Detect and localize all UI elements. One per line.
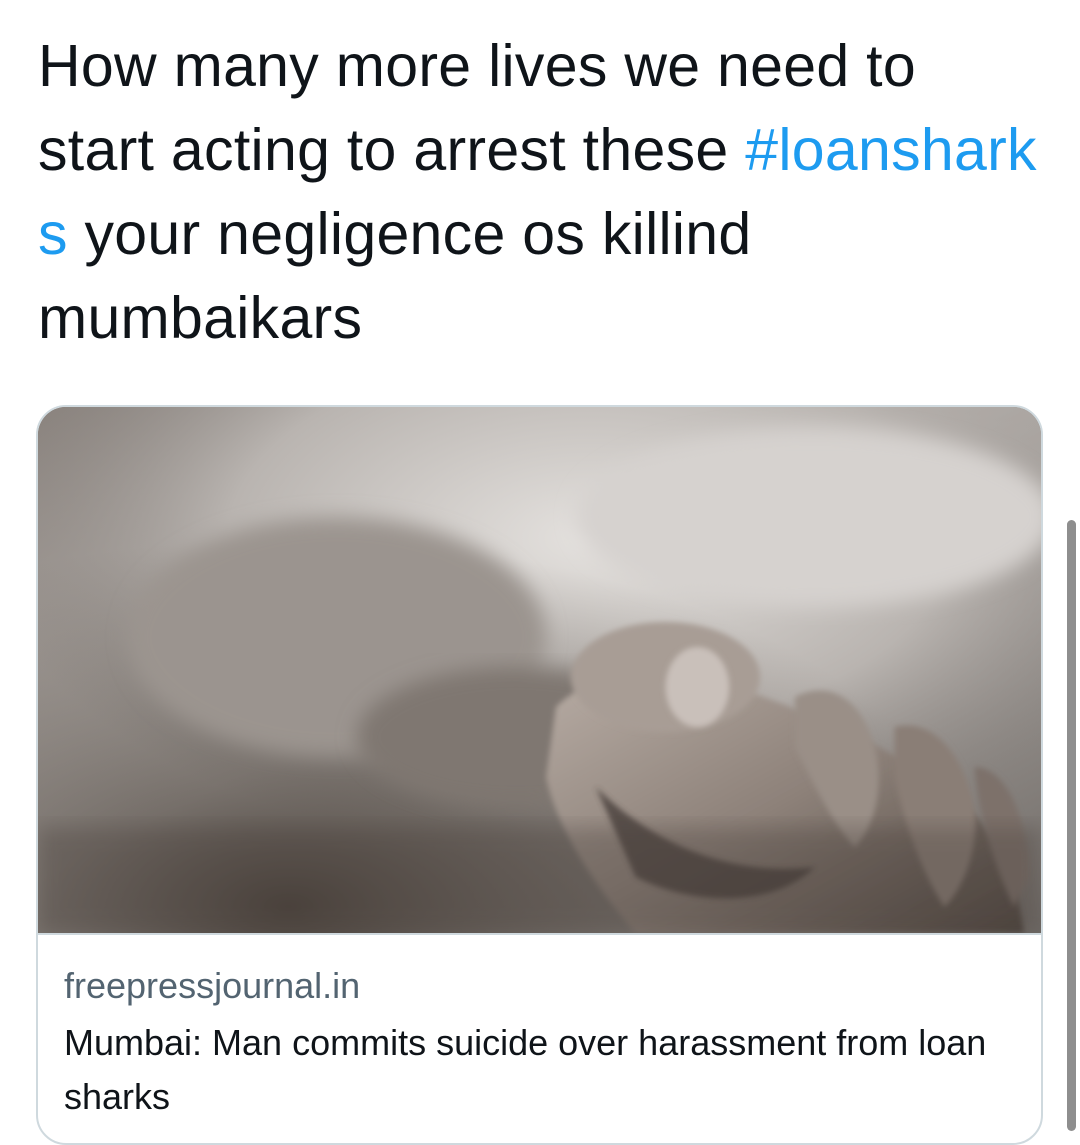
link-card-title[interactable]: Mumbai: Man commits suicide over harassm… [64,1016,1024,1124]
scrollbar-thumb[interactable] [1067,520,1076,1131]
link-card-domain[interactable]: freepressjournal.in [64,964,360,1008]
link-card-image[interactable] [38,407,1041,933]
hand-photo-icon [38,407,1041,933]
tweet-text: How many more lives we need to start act… [38,24,1048,360]
card-divider [38,933,1041,935]
link-preview-card[interactable]: freepressjournal.in Mumbai: Man commits … [36,405,1043,1145]
tweet-text-after: your negligence os killind mumbaikars [38,201,752,351]
